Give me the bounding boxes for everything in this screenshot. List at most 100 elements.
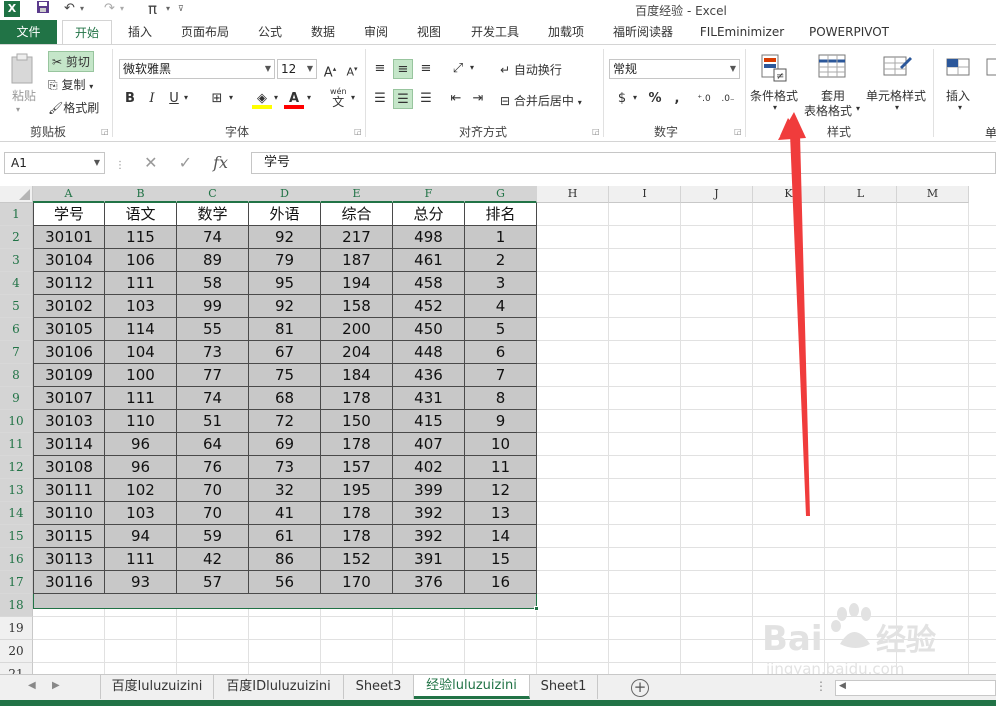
tab-file[interactable]: 文件	[0, 20, 57, 44]
delete-cells-icon[interactable]	[985, 53, 996, 85]
accounting-format-icon[interactable]: $	[612, 89, 632, 109]
tab-home[interactable]: 开始	[62, 20, 112, 45]
table-cell[interactable]: 104	[105, 341, 177, 364]
row-header[interactable]: 8	[0, 364, 33, 387]
column-header[interactable]: D	[249, 186, 321, 203]
table-cell[interactable]: 30107	[33, 387, 105, 410]
table-cell[interactable]: 3	[465, 272, 537, 295]
row-header[interactable]: 12	[0, 456, 33, 479]
table-cell[interactable]: 30109	[33, 364, 105, 387]
table-cell[interactable]: 450	[393, 318, 465, 341]
table-cell[interactable]: 58	[177, 272, 249, 295]
table-cell[interactable]: 59	[177, 525, 249, 548]
column-header[interactable]: C	[177, 186, 249, 203]
percent-style-button[interactable]: %	[645, 89, 665, 109]
decrease-indent-icon[interactable]: ⇤	[446, 89, 466, 109]
table-cell[interactable]: 30105	[33, 318, 105, 341]
chevron-down-icon[interactable]: ▾	[958, 103, 962, 112]
copy-button[interactable]: ⎘ 复制 ▾	[48, 76, 93, 93]
table-cell[interactable]: 70	[177, 479, 249, 502]
table-cell[interactable]: 178	[321, 525, 393, 548]
fill-handle[interactable]	[534, 606, 539, 611]
table-cell[interactable]: 2	[465, 249, 537, 272]
table-cell[interactable]: 103	[105, 502, 177, 525]
table-cell[interactable]: 178	[321, 502, 393, 525]
tab-review[interactable]: 审阅	[354, 20, 398, 44]
row-header[interactable]: 13	[0, 479, 33, 502]
row-header[interactable]: 7	[0, 341, 33, 364]
table-cell[interactable]: 96	[105, 433, 177, 456]
table-cell[interactable]: 7	[465, 364, 537, 387]
chevron-down-icon[interactable]: ▾	[307, 93, 311, 102]
more-icon[interactable]: ⋮	[815, 679, 827, 693]
table-cell[interactable]: 56	[249, 571, 321, 594]
cell-styles-button[interactable]: 单元格样式	[866, 87, 926, 104]
table-cell[interactable]: 157	[321, 456, 393, 479]
row-header[interactable]: 15	[0, 525, 33, 548]
table-cell[interactable]: 42	[177, 548, 249, 571]
table-cell[interactable]: 99	[177, 295, 249, 318]
horizontal-scrollbar[interactable]: ◀	[835, 680, 996, 696]
table-cell[interactable]: 96	[105, 456, 177, 479]
tab-foxit[interactable]: 福昕阅读器	[602, 20, 684, 44]
table-cell[interactable]: 1	[465, 226, 537, 249]
table-cell[interactable]: 376	[393, 571, 465, 594]
table-cell[interactable]: 391	[393, 548, 465, 571]
table-cell[interactable]: 30102	[33, 295, 105, 318]
dialog-launcher-icon[interactable]: ◲	[734, 127, 742, 136]
dialog-launcher-icon[interactable]: ◲	[592, 127, 600, 136]
table-cell[interactable]: 415	[393, 410, 465, 433]
tab-view[interactable]: 视图	[406, 20, 452, 44]
row-header[interactable]: 3	[0, 249, 33, 272]
number-format-select[interactable]: 常规 ▼	[609, 59, 740, 79]
row-header[interactable]: 17	[0, 571, 33, 594]
insert-cells-button[interactable]: 插入	[946, 87, 970, 104]
table-cell[interactable]: 32	[249, 479, 321, 502]
phonetic-button[interactable]: wén 文	[330, 85, 347, 108]
borders-icon[interactable]: ⊞	[207, 89, 227, 109]
scroll-left-icon[interactable]: ◀	[839, 681, 846, 691]
tab-powerpivot[interactable]: POWERPIVOT	[802, 20, 896, 44]
format-painter-button[interactable]: 🖌格式刷	[48, 99, 99, 116]
paste-button[interactable]: 粘贴	[12, 87, 36, 104]
table-header-cell[interactable]: 学号	[33, 203, 105, 226]
table-cell[interactable]: 30116	[33, 571, 105, 594]
table-cell[interactable]: 8	[465, 387, 537, 410]
cancel-icon[interactable]: ✕	[144, 153, 157, 172]
table-cell[interactable]: 69	[249, 433, 321, 456]
chevron-down-icon[interactable]: ▾	[895, 103, 899, 112]
table-cell[interactable]: 103	[105, 295, 177, 318]
table-cell[interactable]: 392	[393, 502, 465, 525]
table-cell[interactable]: 458	[393, 272, 465, 295]
table-cell[interactable]: 6	[465, 341, 537, 364]
table-cell[interactable]: 30103	[33, 410, 105, 433]
name-box[interactable]: A1 ▼	[4, 152, 105, 174]
select-all-corner[interactable]	[0, 186, 33, 203]
sheet-tab[interactable]: 百度luluzuizini	[100, 675, 214, 699]
table-cell[interactable]: 178	[321, 387, 393, 410]
align-top-icon[interactable]: ≡	[370, 59, 390, 79]
merge-center-button[interactable]: ⊟ 合并后居中 ▾	[500, 92, 582, 109]
prev-sheet-icon[interactable]: ◀	[28, 680, 36, 691]
table-cell[interactable]: 51	[177, 410, 249, 433]
column-header[interactable]: F	[393, 186, 465, 203]
row-header[interactable]: 9	[0, 387, 33, 410]
table-cell[interactable]: 68	[249, 387, 321, 410]
table-cell[interactable]: 9	[465, 410, 537, 433]
table-cell[interactable]: 30104	[33, 249, 105, 272]
chevron-down-icon[interactable]: ▾	[274, 93, 278, 102]
sheet-tab-active[interactable]: 经验luluzuizini	[414, 675, 530, 699]
table-cell[interactable]: 94	[105, 525, 177, 548]
table-cell[interactable]: 74	[177, 387, 249, 410]
table-cell[interactable]: 115	[105, 226, 177, 249]
table-cell[interactable]: 106	[105, 249, 177, 272]
tab-insert[interactable]: 插入	[117, 20, 163, 44]
table-cell[interactable]: 73	[249, 456, 321, 479]
table-cell[interactable]: 75	[249, 364, 321, 387]
next-sheet-icon[interactable]: ▶	[52, 680, 60, 691]
table-header-cell[interactable]: 语文	[105, 203, 177, 226]
table-cell[interactable]: 431	[393, 387, 465, 410]
table-cell[interactable]: 89	[177, 249, 249, 272]
table-cell[interactable]: 92	[249, 226, 321, 249]
row-header[interactable]: 2	[0, 226, 33, 249]
